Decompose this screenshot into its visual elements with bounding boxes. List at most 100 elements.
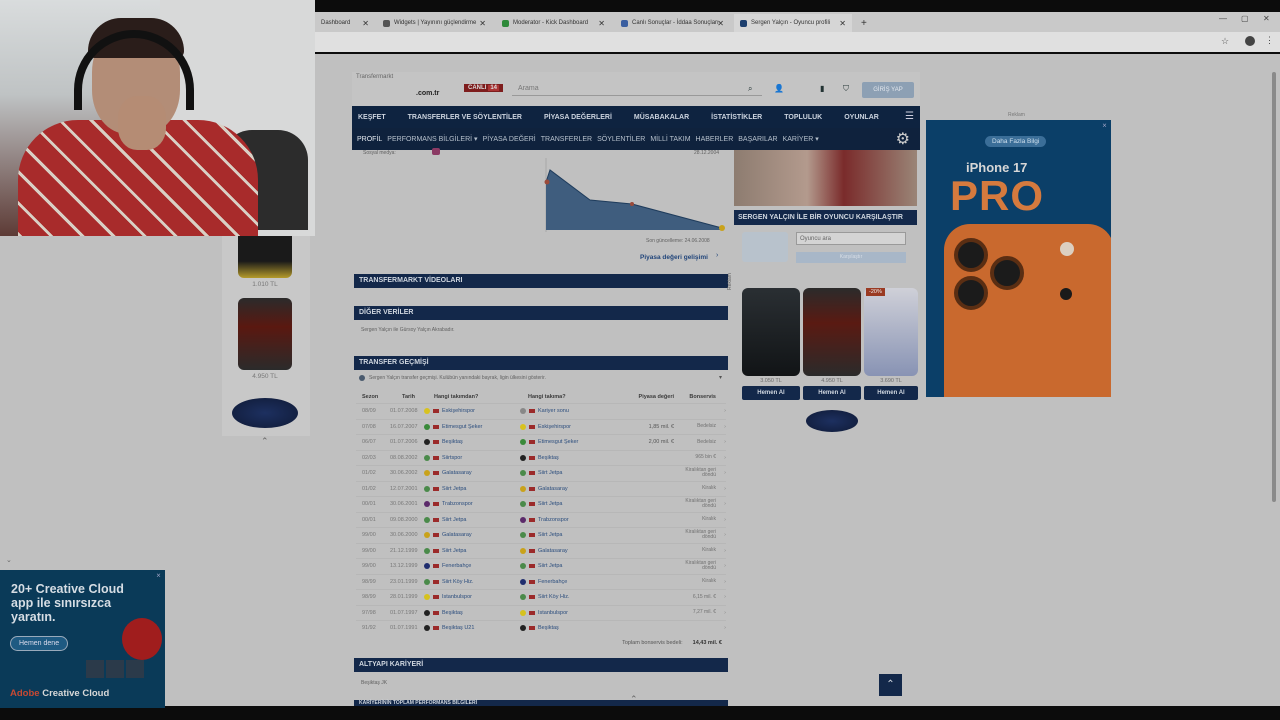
club-name[interactable]: Beşiktaş [538, 455, 559, 461]
chevron-right-icon[interactable]: › [716, 625, 726, 631]
club-name[interactable]: Beşiktaş [442, 439, 463, 445]
browser-menu-icon[interactable]: ⋮ [1265, 35, 1274, 46]
from-club-cell[interactable]: Beşiktaş [424, 609, 520, 616]
table-row[interactable]: 07/08 16.07.2007 Etimesgut Şeker Eskişehirs… [356, 418, 726, 435]
from-club-cell[interactable]: İstanbulspor [424, 594, 520, 601]
club-name[interactable]: Siirt Köy Hiz. [538, 594, 569, 600]
browser-tab-active[interactable]: Sergen Yalçın - Oyuncu profili ✕ [734, 14, 852, 32]
nav-item[interactable]: TOPLULUK [784, 114, 822, 121]
live-badge[interactable]: CANLI 14 [464, 84, 504, 92]
table-row[interactable]: 98/99 23.01.1999 Siirt Köy Hiz. Fenerbahçe K… [356, 573, 726, 590]
address-bar[interactable]: ☆ ⋮ [315, 32, 1280, 52]
table-row[interactable]: 02/03 08.08.2002 Siirtspor Beşiktaş 965 bin … [356, 449, 726, 466]
close-icon[interactable]: ✕ [717, 19, 724, 28]
chevron-right-icon[interactable]: › [716, 563, 726, 569]
club-name[interactable]: Siirt Köy Hiz. [442, 579, 473, 585]
from-club-cell[interactable]: Siirt Jetpa [424, 516, 520, 523]
table-row[interactable]: 99/00 13.12.1999 Fenerbahçe Siirt Jetpa Kira… [356, 558, 726, 574]
collapse-icon[interactable]: ⌃ [261, 436, 269, 447]
product-card[interactable]: 4.950 TL Hemen Al [803, 288, 861, 400]
club-name[interactable]: Beşiktaş [442, 610, 463, 616]
table-row[interactable]: 06/07 01.07.2006 Beşiktaş Etimesgut Şeker 2,… [356, 434, 726, 450]
chevron-right-icon[interactable]: › [716, 408, 726, 414]
chevron-right-icon[interactable]: › [716, 517, 726, 523]
nav-item[interactable]: MÜSABAKALAR [634, 114, 689, 121]
back-to-top-button[interactable]: ⌃ [879, 674, 902, 696]
chevron-right-icon[interactable]: › [716, 579, 726, 585]
chevron-right-icon[interactable]: › [716, 424, 726, 430]
buy-now-button[interactable]: Hemen Al [864, 386, 918, 400]
shield-icon[interactable]: ⛉ [843, 84, 849, 94]
club-name[interactable]: Kariyer sonu [538, 408, 569, 414]
tab-national-team[interactable]: MİLLİ TAKIM [650, 136, 690, 143]
chevron-down-icon[interactable]: ▾ [719, 374, 722, 381]
table-row[interactable]: 00/01 30.06.2001 Trabzonspor Siirt Jetpa Kir… [356, 496, 726, 512]
chevron-right-icon[interactable]: › [716, 532, 726, 538]
table-row[interactable]: 99/00 21.12.1999 Siirt Jetpa Galatasaray Kir… [356, 542, 726, 559]
table-row[interactable]: 08/09 01.07.2008 Eskişehirspor Kariyer sonu… [356, 403, 726, 419]
from-club-cell[interactable]: Trabzonspor [424, 501, 520, 508]
club-name[interactable]: İstanbulspor [538, 610, 568, 616]
tab-performance[interactable]: PERFORMANS BİLGİLERİ ▾ [387, 135, 477, 143]
to-club-cell[interactable]: Galatasaray [520, 547, 618, 554]
chevron-right-icon[interactable]: › [716, 486, 726, 492]
chevron-right-icon[interactable]: › [716, 501, 726, 507]
close-icon[interactable]: ✕ [479, 19, 486, 28]
club-name[interactable]: Siirtspor [442, 455, 462, 461]
club-name[interactable]: Galatasaray [538, 548, 568, 554]
browser-tab[interactable]: Dashboard ✕ [315, 14, 375, 32]
profile-icon[interactable] [1245, 36, 1255, 46]
to-club-cell[interactable]: İstanbulspor [520, 609, 618, 616]
chevron-right-icon[interactable]: › [716, 594, 726, 600]
chevron-right-icon[interactable]: › [716, 439, 726, 445]
page-scrollbar[interactable] [1272, 72, 1276, 502]
club-name[interactable]: Trabzonspor [442, 501, 473, 507]
product-card[interactable]: 3.050 TL Hemen Al [742, 288, 800, 400]
tab-market-value[interactable]: PİYASA DEĞERİ [483, 136, 536, 143]
to-club-cell[interactable]: Etimesgut Şeker [520, 439, 618, 446]
search-input[interactable]: Arama [512, 82, 762, 96]
table-row[interactable]: 98/99 28.01.1999 İstanbulspor Siirt Köy Hiz… [356, 589, 726, 605]
nav-item[interactable]: PİYASA DEĞERLERİ [544, 114, 612, 121]
table-row[interactable]: 99/00 30.06.2000 Galatasaray Siirt Jetpa Kir… [356, 527, 726, 543]
tab-transfers[interactable]: TRANSFERLER [541, 136, 592, 143]
ad-close-icon[interactable]: ⨯ [156, 572, 161, 579]
nav-item[interactable]: TRANSFERLER VE SÖYLENTİLER [408, 114, 522, 121]
to-club-cell[interactable]: Siirt Jetpa [520, 563, 618, 570]
to-club-cell[interactable]: Beşiktaş [520, 454, 618, 461]
from-club-cell[interactable]: Siirt Köy Hiz. [424, 578, 520, 585]
from-club-cell[interactable]: Galatasaray [424, 470, 520, 477]
club-name[interactable]: Eskişehirspor [538, 424, 571, 430]
bookmark-star-icon[interactable]: ☆ [1221, 36, 1229, 47]
club-name[interactable]: Trabzonspor [538, 517, 569, 523]
buy-now-button[interactable]: Hemen Al [803, 386, 861, 400]
club-name[interactable]: Eskişehirspor [442, 408, 475, 414]
to-club-cell[interactable]: Fenerbahçe [520, 578, 618, 585]
chevron-down-icon[interactable]: ⌄ [6, 556, 12, 564]
table-row[interactable]: 01/02 30.06.2002 Galatasaray Siirt Jetpa Kir… [356, 465, 726, 481]
club-name[interactable]: Siirt Jetpa [538, 532, 562, 538]
chevron-right-icon[interactable]: › [716, 455, 726, 461]
iphone-ad[interactable]: ⨯ Daha Fazla Bilgi iPhone 17 PRO [926, 120, 1111, 397]
buy-now-button[interactable]: Hemen Al [742, 386, 800, 400]
from-club-cell[interactable]: Etimesgut Şeker [424, 423, 520, 430]
club-name[interactable]: Fenerbahçe [538, 579, 567, 585]
from-club-cell[interactable]: Beşiktaş [424, 439, 520, 446]
to-club-cell[interactable]: Beşiktaş [520, 625, 618, 632]
compare-button[interactable]: Karşılaştır [796, 252, 906, 263]
table-row[interactable]: 01/02 12.07.2001 Siirt Jetpa Galatasaray Kir… [356, 480, 726, 497]
adobe-creative-cloud-ad[interactable]: ⨯ 20+ Creative Cloud app ile sınırsızca … [0, 570, 165, 708]
club-name[interactable]: İstanbulspor [442, 594, 472, 600]
browser-tab[interactable]: Canlı Sonuçlar - İddaa Sonuçları ✕ [615, 14, 730, 32]
nav-item[interactable]: İSTATİSTİKLER [711, 114, 762, 121]
scroll-up-icon[interactable]: ⌃ [630, 694, 638, 705]
to-club-cell[interactable]: Trabzonspor [520, 516, 618, 523]
tab-profile[interactable]: PROFİL [357, 136, 382, 143]
browser-tab[interactable]: Widgets | Yayınını güçlendirme ✕ [377, 14, 492, 32]
club-name[interactable]: Siirt Jetpa [442, 517, 466, 523]
from-club-cell[interactable]: Galatasaray [424, 532, 520, 539]
close-icon[interactable]: ✕ [598, 19, 605, 28]
bookmark-icon[interactable]: ▮ [820, 84, 824, 93]
instagram-icon[interactable] [432, 148, 440, 155]
club-name[interactable]: Siirt Jetpa [538, 563, 562, 569]
